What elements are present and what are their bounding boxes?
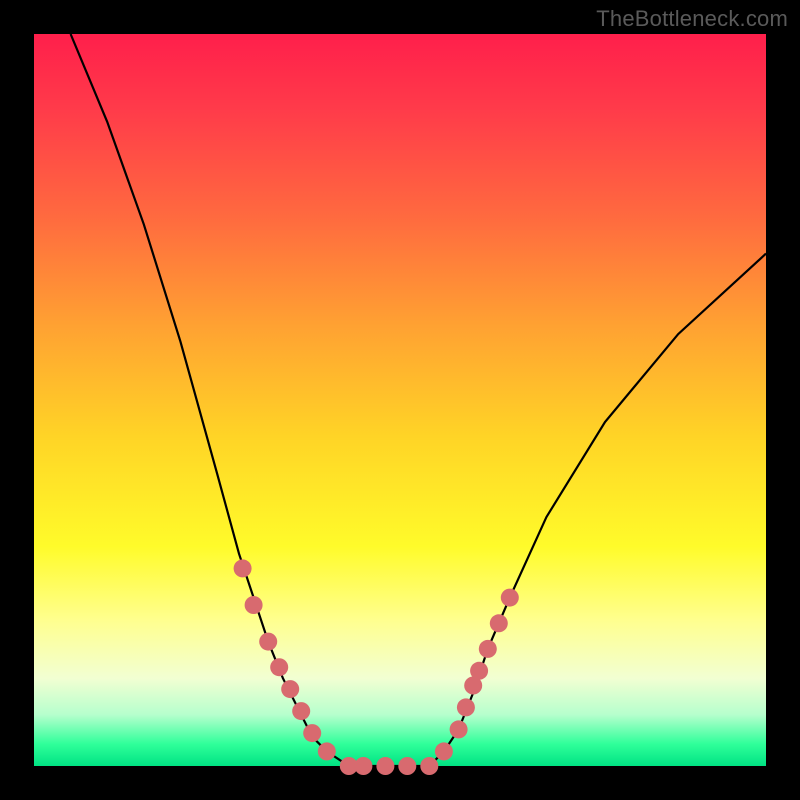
scatter-dot — [398, 757, 416, 775]
chart-svg — [34, 34, 766, 766]
scatter-dot — [420, 757, 438, 775]
scatter-dot — [354, 757, 372, 775]
scatter-dot — [292, 702, 310, 720]
scatter-dot — [490, 614, 508, 632]
scatter-dot — [259, 633, 277, 651]
watermark-text: TheBottleneck.com — [596, 6, 788, 32]
scatter-dot — [234, 559, 252, 577]
scatter-dot — [318, 742, 336, 760]
outer-frame: TheBottleneck.com — [0, 0, 800, 800]
scatter-dot — [245, 596, 263, 614]
curve-group — [71, 34, 766, 766]
scatter-dot — [281, 680, 299, 698]
scatter-dot — [479, 640, 497, 658]
scatter-dot — [501, 589, 519, 607]
scatter-dot — [457, 698, 475, 716]
scatter-dot — [303, 724, 321, 742]
scatter-dot — [270, 658, 288, 676]
scatter-dot — [470, 662, 488, 680]
scatter-dot — [435, 742, 453, 760]
scatter-dot — [376, 757, 394, 775]
scatter-dot — [450, 720, 468, 738]
plot-area — [34, 34, 766, 766]
scatter-dots — [234, 559, 519, 775]
left-curve — [71, 34, 364, 766]
